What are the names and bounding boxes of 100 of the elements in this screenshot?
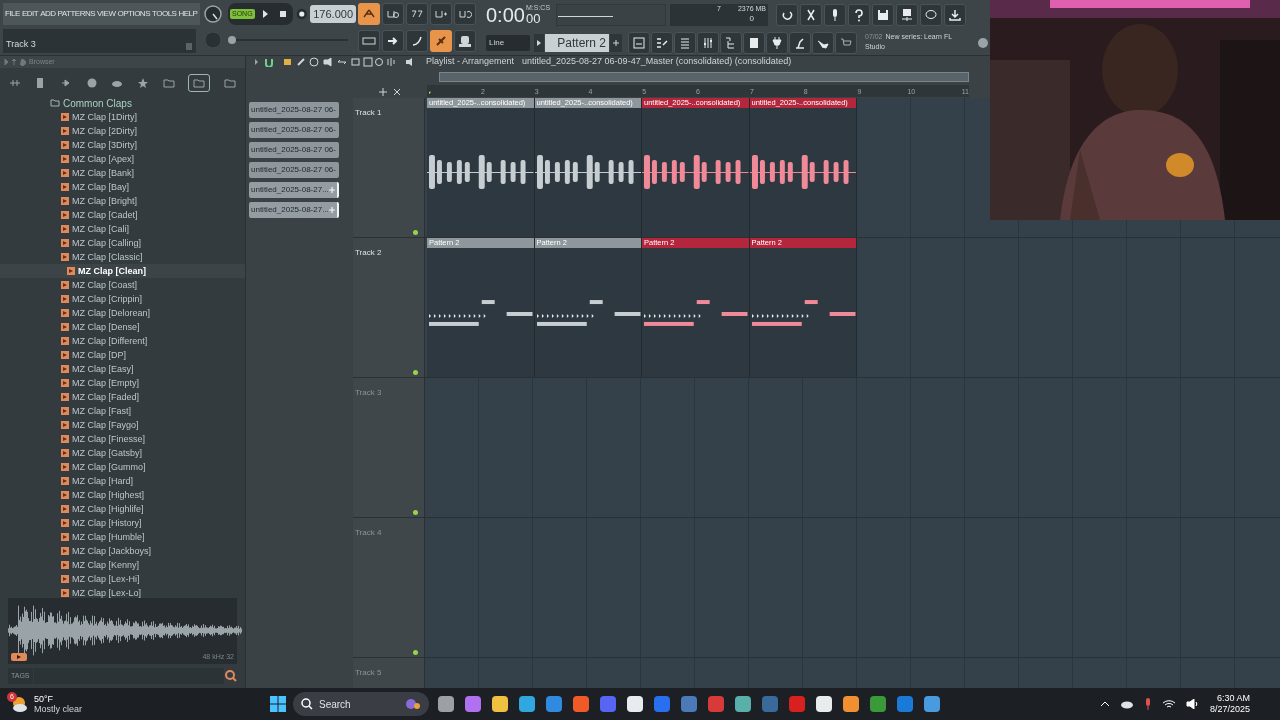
- menu-item[interactable]: FILE: [5, 10, 20, 18]
- snap-dropdown[interactable]: Line: [486, 35, 530, 51]
- chevron-up-icon[interactable]: [1099, 699, 1110, 709]
- browser-item[interactable]: MZ Clap [Lex-Hi]: [0, 572, 245, 586]
- search-icon[interactable]: [225, 670, 237, 682]
- browser-item[interactable]: MZ Clap [Empty]: [0, 376, 245, 390]
- browser-item[interactable]: MZ Clap [Bank]: [0, 166, 245, 180]
- browser-item[interactable]: MZ Clap [Calling]: [0, 236, 245, 250]
- track-header[interactable]: Track 2: [353, 238, 425, 377]
- menu-item[interactable]: EDIT: [21, 10, 39, 18]
- scissors-button[interactable]: [800, 4, 822, 26]
- browser-item[interactable]: MZ Clap [History]: [0, 516, 245, 530]
- clip-picker-item[interactable]: untitled_2025-08-27...: [249, 182, 339, 198]
- play-icon[interactable]: [11, 652, 27, 661]
- pattern-selector[interactable]: Pattern 2: [545, 34, 609, 52]
- close-icon[interactable]: [393, 88, 401, 96]
- undo-button[interactable]: [776, 4, 798, 26]
- browser-item[interactable]: MZ Clap [Hard]: [0, 474, 245, 488]
- menu-item[interactable]: OPTIONS: [117, 10, 150, 18]
- browser-item[interactable]: MZ Clap [Cadet]: [0, 208, 245, 222]
- browser-item[interactable]: MZ Clap [Finesse]: [0, 432, 245, 446]
- browser-item[interactable]: MZ Clap [Clean]: [0, 264, 245, 278]
- browser-item[interactable]: MZ Clap [Cali]: [0, 222, 245, 236]
- browser-item[interactable]: MZ Clap [Kenny]: [0, 558, 245, 572]
- help-button[interactable]: [848, 4, 870, 26]
- plug-button[interactable]: [766, 32, 788, 54]
- knob-icon[interactable]: [203, 4, 223, 24]
- mixer-button[interactable]: [697, 32, 719, 54]
- speaker-icon[interactable]: [1185, 699, 1200, 709]
- browser-item[interactable]: MZ Clap [Different]: [0, 334, 245, 348]
- browser-item[interactable]: MZ Clap [Classic]: [0, 250, 245, 264]
- link-toggle[interactable]: [430, 30, 452, 52]
- document-button[interactable]: [743, 32, 765, 54]
- curve-toggle[interactable]: [406, 30, 428, 52]
- browser-item[interactable]: MZ Clap [2Dirty]: [0, 124, 245, 138]
- menu-item[interactable]: TOOLS: [152, 10, 177, 18]
- save-button[interactable]: [872, 4, 894, 26]
- browser-item[interactable]: MZ Clap [Humble]: [0, 530, 245, 544]
- list-button[interactable]: [674, 32, 696, 54]
- browser-item[interactable]: MZ Clap [Coast]: [0, 278, 245, 292]
- browser-item[interactable]: MZ Clap [1Dirty]: [0, 110, 245, 124]
- browser-item[interactable]: MZ Clap [Crippin]: [0, 292, 245, 306]
- playhead-icon[interactable]: [429, 89, 432, 97]
- tempo-display[interactable]: 176.000: [310, 5, 356, 23]
- cloud-icon[interactable]: [1119, 699, 1134, 709]
- slider-thumb[interactable]: [228, 36, 236, 44]
- microphone-button[interactable]: [824, 4, 846, 26]
- cart-button[interactable]: [835, 32, 857, 54]
- browser-button[interactable]: [720, 32, 742, 54]
- plus-icon[interactable]: [610, 34, 622, 52]
- pin-icon[interactable]: [8, 77, 21, 89]
- browser-item[interactable]: MZ Clap [Delorean]: [0, 306, 245, 320]
- browser-item[interactable]: MZ Clap [DP]: [0, 348, 245, 362]
- piano-add-toggle[interactable]: [430, 3, 452, 25]
- menu-item[interactable]: PATTERNS: [57, 10, 95, 18]
- browser-item[interactable]: MZ Clap [Faygo]: [0, 418, 245, 432]
- keyboard-toggle[interactable]: [358, 30, 380, 52]
- microphone-icon[interactable]: [1143, 698, 1152, 710]
- folder-tab[interactable]: [188, 74, 211, 92]
- piano-clock-toggle[interactable]: [382, 3, 404, 25]
- playlist-button[interactable]: [628, 32, 650, 54]
- menu-item[interactable]: ADD: [40, 10, 56, 18]
- clip-picker-item[interactable]: untitled_2025-08-27...: [249, 202, 339, 218]
- piano-loop-toggle[interactable]: [454, 3, 476, 25]
- lamp-button[interactable]: [789, 32, 811, 54]
- browser-item[interactable]: MZ Clap [Lex-Lo]: [0, 586, 245, 598]
- start-icon[interactable]: [270, 696, 286, 712]
- horizontal-scrollbar[interactable]: [439, 72, 969, 82]
- download-button[interactable]: [944, 4, 966, 26]
- browser-item[interactable]: MZ Clap [Bright]: [0, 194, 245, 208]
- browser-item[interactable]: MZ Clap [Gatsby]: [0, 446, 245, 460]
- menu-item[interactable]: VIEW: [97, 10, 116, 18]
- browser-item[interactable]: MZ Clap [Fast]: [0, 404, 245, 418]
- countdown-toggle[interactable]: [406, 3, 428, 25]
- browser-item[interactable]: MZ Clap [Highest]: [0, 488, 245, 502]
- folder-name[interactable]: Common Claps: [63, 95, 132, 111]
- browser-item[interactable]: MZ Clap [Highlife]: [0, 502, 245, 516]
- browser-item[interactable]: MZ Clap [Gummo]: [0, 460, 245, 474]
- browser-item[interactable]: MZ Clap [Bay]: [0, 180, 245, 194]
- metronome-toggle[interactable]: [358, 3, 380, 25]
- slider-track[interactable]: [228, 34, 348, 46]
- browser-item[interactable]: MZ Clap [Apex]: [0, 152, 245, 166]
- search-box[interactable]: Search: [293, 692, 429, 716]
- arrow-right-icon[interactable]: [534, 34, 544, 52]
- menu-item[interactable]: HELP: [178, 10, 198, 18]
- hand-button[interactable]: [812, 32, 834, 54]
- wifi-icon[interactable]: [1161, 699, 1176, 709]
- star-icon[interactable]: [137, 77, 150, 89]
- browser-item[interactable]: MZ Clap [Faded]: [0, 390, 245, 404]
- tags-field[interactable]: [33, 668, 224, 684]
- browser-item[interactable]: MZ Clap [Easy]: [0, 362, 245, 376]
- plus-icon[interactable]: [379, 88, 387, 96]
- browser-item[interactable]: MZ Clap [Jackboys]: [0, 544, 245, 558]
- arrow-toggle[interactable]: [382, 30, 404, 52]
- track-header[interactable]: Track 1: [353, 98, 425, 237]
- stamp-toggle[interactable]: [454, 30, 476, 52]
- browser-item[interactable]: MZ Clap [3Dirty]: [0, 138, 245, 152]
- browser-item[interactable]: MZ Clap [Dense]: [0, 320, 245, 334]
- chat-button[interactable]: [920, 4, 942, 26]
- save-new-button[interactable]: [896, 4, 918, 26]
